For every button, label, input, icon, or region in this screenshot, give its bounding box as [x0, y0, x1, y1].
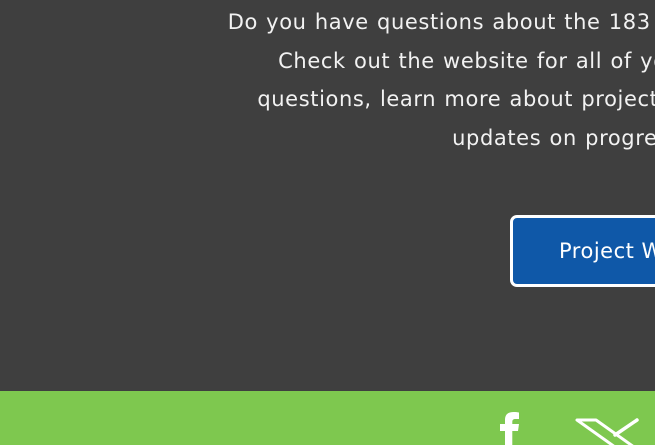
hero-line: Check out the website for all of your pr…	[278, 48, 655, 73]
facebook-icon	[500, 412, 519, 445]
hero-section: Do you have questions about the 183 Nort…	[0, 0, 655, 391]
x-link[interactable]	[574, 418, 644, 445]
x-icon	[575, 418, 639, 445]
project-website-button[interactable]: Project Website	[510, 215, 655, 287]
hero-line: questions, learn more about project impr…	[257, 87, 655, 111]
hero-description: Do you have questions about the 183 Nort…	[0, 3, 655, 157]
hero-line: Do you have questions about the 183 Nort…	[227, 10, 655, 34]
facebook-link[interactable]	[490, 412, 532, 445]
footer	[0, 391, 655, 445]
hero-line: updates on progress.	[452, 125, 655, 150]
page: Do you have questions about the 183 Nort…	[0, 0, 655, 445]
